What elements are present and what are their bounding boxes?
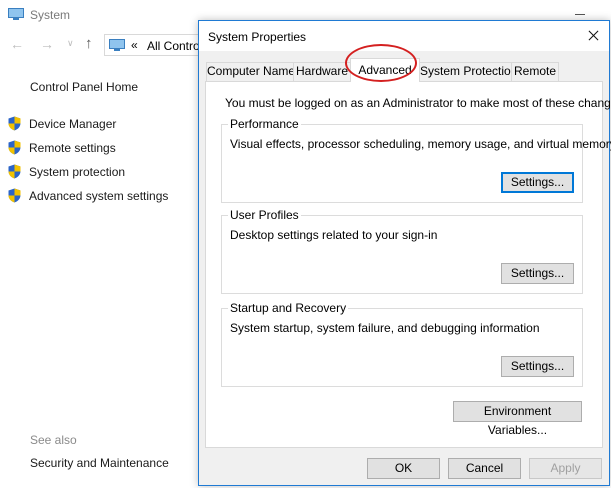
computer-icon: [8, 8, 24, 20]
performance-group: Performance Visual effects, processor sc…: [221, 117, 611, 203]
system-protection-label: System protection: [29, 165, 126, 179]
cancel-button[interactable]: Cancel: [448, 458, 521, 479]
security-and-maintenance-link[interactable]: Security and Maintenance: [30, 456, 169, 470]
startup-recovery-group: Startup and Recovery System startup, sys…: [221, 301, 583, 387]
shield-icon: [8, 188, 21, 203]
user-profiles-group: User Profiles Desktop settings related t…: [221, 208, 583, 294]
back-arrow-icon[interactable]: ←: [10, 36, 24, 52]
tab-system-protection[interactable]: System Protection: [419, 62, 517, 81]
shield-icon: [8, 164, 21, 179]
address-text[interactable]: All Contro: [147, 39, 200, 53]
tab-remote[interactable]: Remote: [511, 62, 559, 81]
advanced-system-settings-label: Advanced system settings: [29, 189, 169, 203]
ok-button[interactable]: OK: [367, 458, 440, 479]
control-panel-icon: [109, 39, 125, 51]
remote-settings-label: Remote settings: [29, 141, 116, 155]
user-profiles-settings-button[interactable]: Settings...: [501, 263, 574, 284]
close-icon[interactable]: [577, 21, 609, 51]
tab-advanced[interactable]: Advanced: [350, 58, 420, 82]
startup-recovery-group-label: Startup and Recovery: [228, 301, 349, 315]
user-profiles-description: Desktop settings related to your sign-in: [230, 228, 438, 242]
advanced-tab-panel: You must be logged on as an Administrato…: [205, 81, 611, 448]
startup-recovery-settings-button[interactable]: Settings...: [501, 356, 574, 377]
control-panel-home-link[interactable]: Control Panel Home: [30, 80, 138, 94]
administrator-notice: You must be logged on as an Administrato…: [225, 96, 611, 110]
tab-hardware[interactable]: Hardware: [293, 62, 351, 81]
tab-computer-name[interactable]: Computer Name: [206, 62, 295, 81]
forward-arrow-icon[interactable]: →: [40, 36, 54, 52]
performance-description: Visual effects, processor scheduling, me…: [230, 137, 611, 151]
apply-button: Apply: [529, 458, 602, 479]
startup-recovery-description: System startup, system failure, and debu…: [230, 321, 540, 335]
system-properties-dialog: System Properties Computer Name Hardware…: [198, 20, 611, 486]
dialog-title-bar[interactable]: System Properties: [199, 21, 609, 51]
see-also-heading: See also: [30, 433, 77, 447]
device-manager-label: Device Manager: [29, 117, 117, 131]
environment-variables-button[interactable]: Environment Variables...: [453, 401, 582, 437]
recent-locations-chevron-icon[interactable]: ∨: [67, 38, 74, 49]
shield-icon: [8, 116, 21, 131]
dialog-title: System Properties: [208, 30, 307, 44]
up-arrow-icon[interactable]: ↑: [85, 35, 93, 52]
user-profiles-group-label: User Profiles: [228, 208, 301, 222]
system-window-title: System: [30, 8, 71, 22]
address-bar[interactable]: « All Contro: [104, 34, 200, 56]
performance-settings-button[interactable]: Settings...: [501, 172, 574, 193]
address-overflow-chevron[interactable]: «: [131, 38, 138, 52]
shield-icon: [8, 140, 21, 155]
performance-group-label: Performance: [228, 117, 301, 131]
